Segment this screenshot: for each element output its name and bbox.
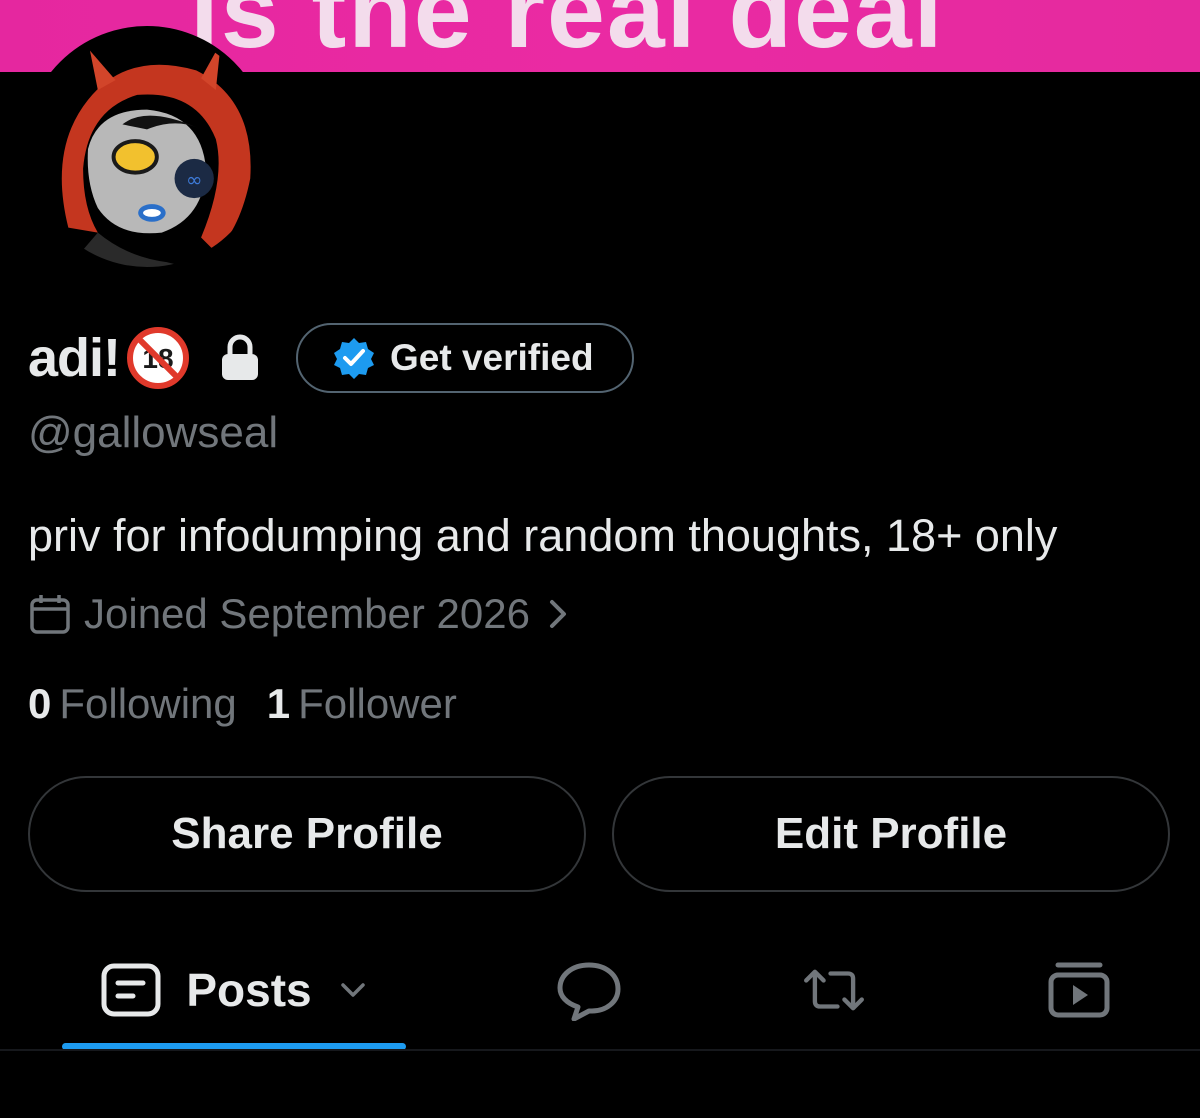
avatar-image: ∞ (29, 31, 265, 267)
avatar[interactable]: ∞ (24, 26, 270, 272)
calendar-icon (30, 595, 70, 634)
posts-icon (101, 963, 161, 1017)
reply-bubble-icon (557, 962, 621, 1021)
tabs-divider (0, 1049, 1200, 1051)
tab-reposts[interactable] (796, 940, 872, 1040)
get-verified-button[interactable]: Get verified (296, 323, 634, 393)
svg-text:∞: ∞ (186, 168, 202, 191)
tab-media[interactable] (1044, 940, 1114, 1040)
repost-icon (804, 969, 864, 1011)
share-profile-button[interactable]: Share Profile (28, 776, 586, 892)
joined-date-text: Joined September 2026 (84, 590, 530, 637)
profile-handle: @gallowseal (28, 408, 279, 457)
tab-replies[interactable] (554, 940, 624, 1040)
tab-posts-label: Posts (186, 964, 312, 1016)
edit-profile-button[interactable]: Edit Profile (612, 776, 1170, 892)
get-verified-label: Get verified (390, 337, 594, 378)
chevron-right-icon (549, 600, 566, 628)
tab-posts[interactable]: Posts (62, 940, 406, 1040)
followers-count: 1 (266, 680, 291, 727)
profile-name-row: adi! 18 Get verified (28, 322, 634, 394)
followers-label: Follower (298, 680, 457, 727)
joined-date-row[interactable]: Joined September 2026 (28, 590, 574, 638)
verified-badge-icon (334, 338, 375, 379)
media-play-icon (1048, 962, 1110, 1018)
chevron-down-icon[interactable] (338, 975, 368, 1005)
following-stat[interactable]: 0 Following (28, 680, 237, 728)
profile-tabs: Posts (0, 940, 1200, 1050)
display-name: adi! (28, 328, 121, 388)
following-count: 0 (28, 680, 52, 727)
followers-stat[interactable]: 1 Follower (267, 680, 457, 728)
lock-icon (222, 334, 259, 380)
banner-text: is the real deal (190, 0, 945, 70)
profile-bio: priv for infodumping and random thoughts… (28, 510, 1058, 561)
following-label: Following (59, 680, 237, 727)
follow-stats: 0 Following 1 Follower (28, 680, 457, 728)
no-under-18-icon: 18 (127, 327, 190, 389)
